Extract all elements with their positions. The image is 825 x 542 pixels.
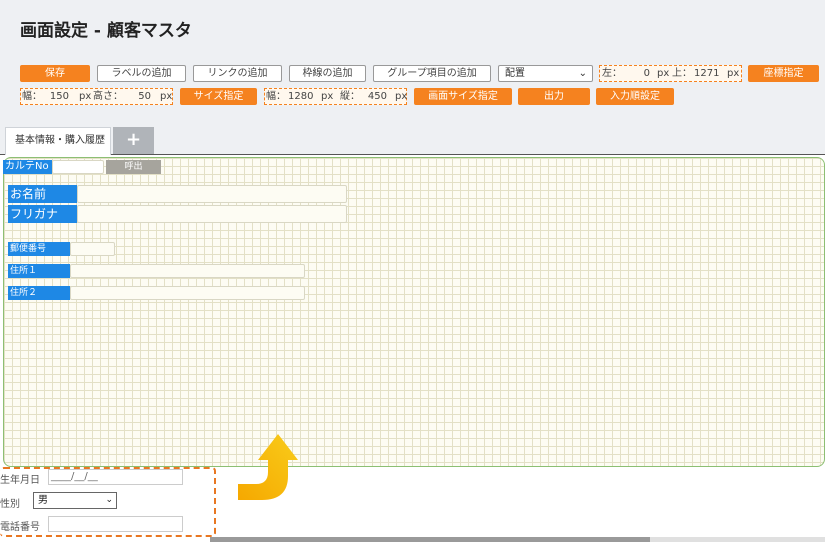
header: 画面設定 - 顧客マスタ: [0, 0, 825, 60]
layout-canvas[interactable]: [3, 157, 825, 467]
horizontal-scrollbar-thumb[interactable]: [210, 537, 650, 542]
postal-code-label: 郵便番号: [8, 242, 70, 256]
furigana-label: フリガナ: [8, 205, 77, 223]
birthdate-label: 生年月日: [0, 475, 40, 486]
coord-set-button[interactable]: 座標指定: [748, 65, 819, 82]
chevron-down-icon: ⌄: [105, 495, 113, 505]
screen-height-input[interactable]: 450: [365, 89, 387, 104]
arrange-select[interactable]: 配置 ⌄: [498, 65, 593, 82]
screen-size-set-button[interactable]: 画面サイズ指定: [414, 88, 512, 105]
add-group-item-button[interactable]: グループ項目の追加: [373, 65, 491, 82]
save-button[interactable]: 保存: [20, 65, 90, 82]
left-label: 左：: [602, 68, 622, 79]
screen-width-label: 幅：: [266, 91, 286, 102]
add-link-button[interactable]: リンクの追加: [193, 65, 282, 82]
phone-label: 電話番号: [0, 522, 40, 533]
plus-icon[interactable]: +: [113, 127, 154, 154]
screen-width-input[interactable]: 1280: [288, 89, 313, 104]
address2-input[interactable]: [70, 286, 305, 300]
left-unit: px: [657, 68, 670, 79]
page-title: 画面設定 - 顧客マスタ: [20, 21, 192, 41]
postal-code-input[interactable]: [70, 242, 115, 256]
left-input[interactable]: 0: [622, 66, 650, 81]
phone-input[interactable]: [48, 516, 183, 532]
add-border-button[interactable]: 枠線の追加: [289, 65, 366, 82]
gender-select[interactable]: 男 ⌄: [33, 492, 117, 509]
arrange-select-value: 配置: [505, 68, 525, 79]
gender-select-value: 男: [38, 495, 48, 506]
karte-no-label: カルテNo: [3, 160, 52, 174]
address1-input[interactable]: [70, 264, 305, 278]
top-label: 上：: [672, 68, 692, 79]
input-order-button[interactable]: 入力順設定: [596, 88, 674, 105]
tab-basic-info[interactable]: 基本情報・購入履歴: [5, 127, 111, 155]
height-unit: px: [160, 91, 173, 102]
toolbar: 保存 ラベルの追加 リンクの追加 枠線の追加 グループ項目の追加 配置 ⌄ 左：…: [0, 60, 825, 128]
screen-size-fields: 幅： 1280 px 縦： 450 px: [264, 88, 407, 105]
screen-width-unit: px: [321, 91, 334, 102]
height-input[interactable]: 50: [127, 89, 151, 104]
top-unit: px: [727, 68, 740, 79]
add-label-button[interactable]: ラベルの追加: [97, 65, 186, 82]
address2-label: 住所２: [8, 286, 70, 300]
top-input[interactable]: 1271: [694, 66, 719, 81]
height-label: 高さ：: [93, 91, 123, 102]
size-fields: 幅： 150 px 高さ： 50 px: [20, 88, 173, 105]
output-button[interactable]: 出力: [518, 88, 590, 105]
screen-height-label: 縦：: [340, 91, 360, 102]
name-input[interactable]: [77, 185, 347, 203]
gender-label: 性別: [0, 499, 20, 510]
karte-no-input[interactable]: [52, 160, 104, 174]
width-label: 幅：: [22, 91, 42, 102]
furigana-input[interactable]: [77, 205, 347, 223]
chevron-down-icon: ⌄: [578, 68, 587, 79]
width-input[interactable]: 150: [45, 89, 69, 104]
size-set-button[interactable]: サイズ指定: [180, 88, 257, 105]
curved-arrow-up-icon: [238, 434, 298, 500]
address1-label: 住所１: [8, 264, 70, 278]
width-unit: px: [79, 91, 92, 102]
screen-height-unit: px: [395, 91, 408, 102]
name-label: お名前: [8, 185, 77, 203]
position-fields: 左： 0 px 上： 1271 px: [599, 65, 742, 82]
birthdate-input[interactable]: ____/__/__: [48, 469, 183, 485]
call-button[interactable]: 呼出: [106, 160, 161, 174]
